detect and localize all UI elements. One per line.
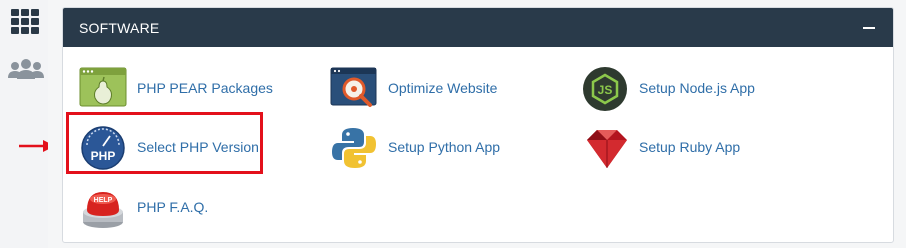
svg-text:JS: JS [598,83,613,97]
item-label: PHP F.A.Q. [137,199,209,215]
item-label: PHP PEAR Packages [137,80,273,96]
item-label: Setup Ruby App [639,139,741,155]
highlight-box [66,112,263,174]
item-php-pear-packages[interactable]: PHP PEAR Packages [79,67,273,111]
optimize-magnifier-icon [330,67,380,111]
ruby-gem-icon [581,126,631,170]
minus-icon[interactable] [863,27,875,29]
help-button-icon: HELP [79,186,129,230]
users-icon[interactable] [8,58,44,82]
item-label: Setup Node.js App [639,80,755,96]
item-setup-nodejs-app[interactable]: JS Setup Node.js App [581,67,791,111]
item-php-faq[interactable]: HELP PHP F.A.Q. [79,186,269,230]
panel-title: SOFTWARE [79,20,160,36]
left-sidebar [0,0,49,248]
nodejs-hexagon-icon: JS [581,67,631,111]
item-optimize-website[interactable]: Optimize Website [330,67,530,111]
pear-window-icon [79,67,129,111]
item-label: Setup Python App [388,139,501,155]
item-setup-ruby-app[interactable]: Setup Ruby App [581,126,791,170]
item-setup-python-app[interactable]: Setup Python App [330,126,530,170]
panel-header: SOFTWARE [63,8,893,47]
item-label: Optimize Website [388,80,498,96]
grid-apps-icon[interactable] [10,8,40,36]
svg-text:HELP: HELP [94,197,113,204]
python-logo-icon [330,126,380,170]
